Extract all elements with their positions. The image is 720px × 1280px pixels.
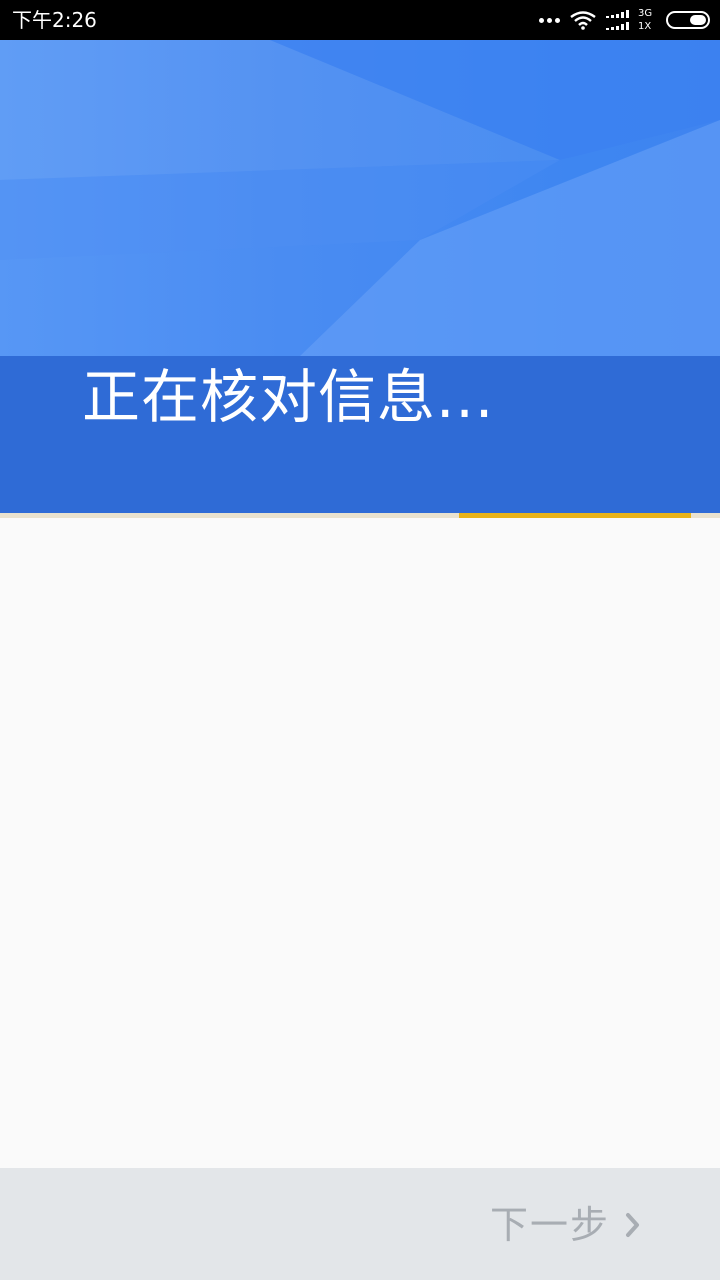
header-background [0,40,720,356]
network-type-label: 3G [638,8,653,19]
content-area [0,518,720,1168]
more-dots-icon [539,17,560,23]
network-type-label-2: 1X [638,21,652,32]
status-bar: 下午2:26 3G 1X [0,0,720,40]
chevron-right-icon [626,1213,639,1237]
header-decoration [0,40,720,356]
next-step-label: 下一步 [489,1203,610,1247]
bottom-bar: 下一步 [0,1168,720,1280]
page-title: 正在核对信息... [82,363,495,431]
screen: 下午2:26 3G 1X 正在核对信息... 下一步 [0,0,720,1280]
wifi-icon [570,11,596,30]
next-step-button[interactable]: 下一步 [490,1202,642,1248]
status-time: 下午2:26 [12,8,97,32]
status-icons: 3G 1X [539,6,710,34]
header-banner [0,40,720,513]
cell-signal-icon: 3G 1X [606,7,656,33]
battery-icon [666,11,710,29]
